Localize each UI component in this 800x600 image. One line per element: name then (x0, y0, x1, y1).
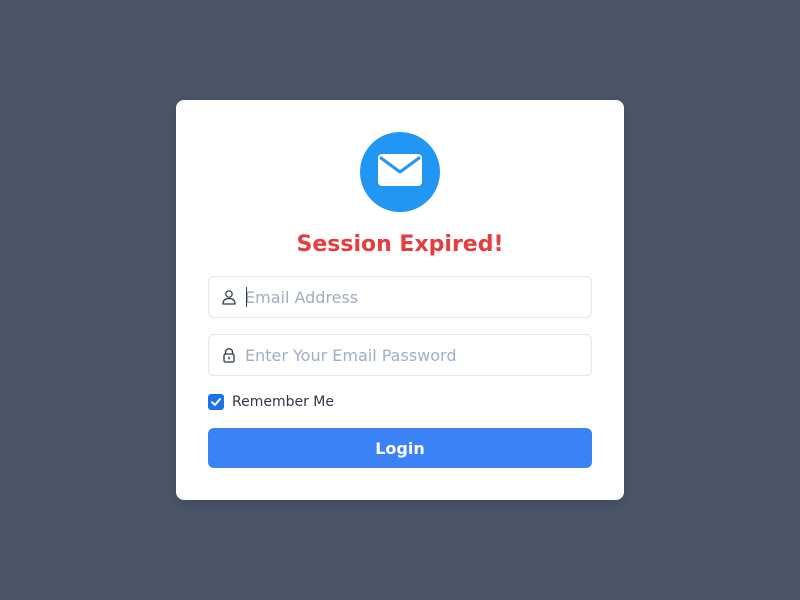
password-input[interactable] (245, 335, 585, 375)
text-cursor (246, 287, 247, 307)
login-card: Session Expired! Remember Me Lo (176, 100, 624, 500)
login-button[interactable]: Login (208, 428, 592, 468)
user-icon (221, 289, 237, 305)
envelope-icon (378, 154, 422, 190)
email-input[interactable] (245, 277, 585, 317)
remember-me-checkbox[interactable] (208, 394, 224, 410)
lock-icon (221, 347, 237, 363)
logo (360, 132, 440, 212)
email-field[interactable] (208, 276, 592, 318)
checkmark-icon (211, 398, 221, 406)
remember-me[interactable]: Remember Me (208, 393, 334, 411)
session-expired-title: Session Expired! (296, 232, 504, 257)
password-field[interactable] (208, 334, 592, 376)
remember-me-label: Remember Me (232, 394, 334, 410)
